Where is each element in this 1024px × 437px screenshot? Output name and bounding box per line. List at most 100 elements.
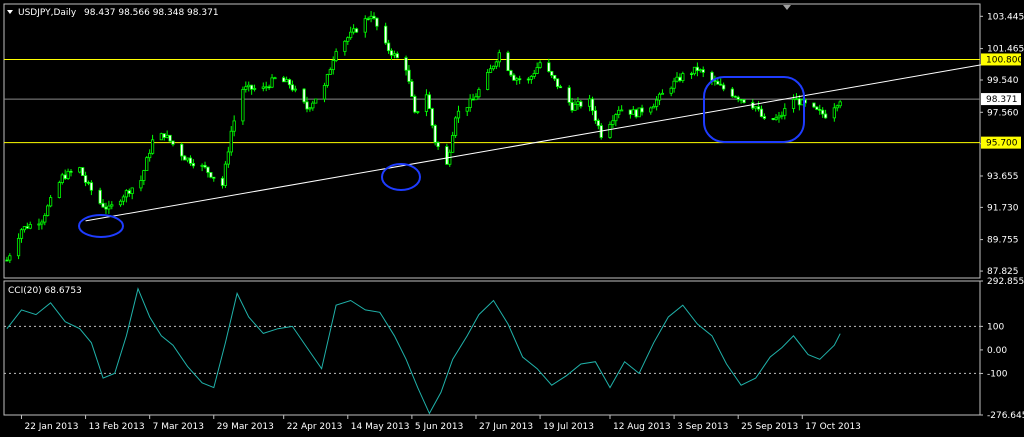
price-bar-body [223, 163, 228, 186]
price-bar-body [83, 175, 88, 183]
price-bar-body [614, 114, 618, 122]
price-bar-body [701, 69, 705, 73]
price-bar-body [124, 190, 128, 198]
price-bar-body [232, 120, 236, 132]
price-bar-body [733, 95, 737, 98]
price-bar-body [570, 102, 574, 111]
price-bar-body [325, 74, 329, 86]
price-bar-body [445, 146, 449, 165]
price-bar-body [596, 120, 600, 127]
price-bar-body [617, 109, 621, 115]
price-bar-body [282, 77, 286, 83]
cci-tick-label: 100 [987, 322, 1004, 332]
price-bar-body [424, 94, 429, 112]
price-bar-body [404, 57, 408, 71]
price-bar-body [812, 102, 816, 108]
price-bar-body [200, 164, 204, 167]
price-tick-label: 91.730 [987, 203, 1019, 213]
price-bar-body [506, 52, 510, 72]
time-tick-label: 22 Jan 2013 [24, 422, 78, 432]
price-bar-body [267, 86, 271, 89]
price-bar-body [150, 139, 155, 154]
price-bar-body [675, 76, 679, 82]
price-bar-body [486, 72, 490, 90]
price-bar-body [689, 73, 694, 75]
price-bar-body [159, 133, 163, 141]
price-bar-body [220, 177, 225, 186]
price-bar-body [311, 102, 315, 109]
price-bar-body [363, 18, 367, 33]
price-bar-body [127, 190, 131, 194]
price-bar-body [640, 107, 644, 113]
price-bar-body [611, 120, 615, 125]
price-bar-body [60, 174, 64, 183]
price-bar-body [719, 83, 723, 86]
price-bar-body [547, 62, 551, 72]
price-bar-body [63, 174, 67, 180]
price-bar-body [162, 133, 166, 138]
price-bar-body [25, 226, 29, 229]
price-bar-body [212, 176, 216, 179]
price-bar-body [550, 71, 554, 76]
price-bar-body [185, 157, 190, 161]
price-bar-body [354, 28, 359, 33]
price-bar-body [191, 163, 195, 167]
price-bar-body [835, 105, 839, 109]
price-bar-body [8, 255, 12, 261]
price-bar-body [293, 88, 297, 91]
price-bar-body [660, 92, 665, 95]
price-bar-body [384, 25, 388, 44]
price-tick-label: 101.465 [987, 45, 1024, 55]
price-bar-body [553, 74, 557, 80]
price-bar-body [652, 106, 656, 109]
price-bar-body [392, 53, 397, 56]
price-bar-body [488, 68, 493, 73]
price-bar-body [334, 51, 338, 61]
price-bar-body [346, 37, 350, 42]
time-tick-label: 25 Sep 2013 [741, 422, 798, 432]
price-bar-body [241, 89, 245, 122]
price-bar-body [287, 79, 292, 86]
price-tick-label: 89.755 [987, 236, 1019, 246]
price-bar-body [535, 67, 539, 74]
price-bar-body [436, 142, 440, 148]
price-bar-body [5, 259, 9, 262]
price-bar-body [328, 69, 332, 75]
price-bar-body [698, 69, 702, 72]
price-bar-body [751, 102, 755, 109]
price-bar-body [78, 167, 82, 173]
price-bar-body [314, 98, 318, 104]
price-bar-body [305, 101, 309, 110]
current-price-tag-label: 98.371 [986, 95, 1018, 105]
price-bar-body [40, 221, 44, 225]
price-bar-body [794, 98, 799, 101]
price-bar-body [28, 224, 32, 229]
time-tick-label: 7 Mar 2013 [153, 422, 204, 432]
price-bar-body [491, 65, 496, 70]
price-bar-body [739, 99, 743, 101]
price-bar-body [86, 182, 91, 184]
price-bar-body [372, 15, 376, 19]
cci-panel-title: CCI(20) 68.6753 [8, 286, 82, 296]
price-bar-body [678, 76, 682, 81]
price-bar-body [183, 155, 187, 161]
price-bar-body [669, 87, 673, 94]
time-tick-label: 3 Sep 2013 [677, 422, 728, 432]
cci-tick-label: 292.8552 [987, 277, 1024, 287]
price-bar-body [465, 107, 469, 112]
price-bar-body [98, 189, 102, 204]
price-bar-body [759, 108, 764, 117]
price-bar-body [171, 140, 175, 145]
cci-tick-label: 0.00 [987, 346, 1007, 356]
level-price-tag-label: 100.800 [986, 55, 1023, 65]
price-bar-body [180, 143, 184, 157]
price-bar-body [349, 31, 353, 39]
price-bar-body [576, 101, 580, 105]
price-bar-body [657, 93, 662, 101]
price-bar-body [290, 84, 295, 91]
price-bar-body [270, 77, 274, 88]
time-tick-label: 12 Aug 2013 [613, 422, 671, 432]
price-tick-label: 87.825 [987, 267, 1019, 277]
price-bar-body [655, 99, 659, 107]
price-bar-body [386, 42, 391, 52]
